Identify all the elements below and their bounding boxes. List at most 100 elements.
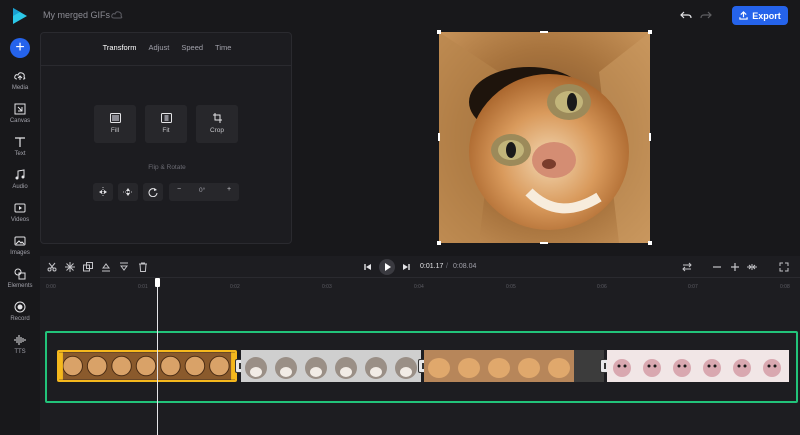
resize-handle[interactable] [540,31,548,33]
video-canvas[interactable] [439,32,650,243]
cloud-sync-icon [111,11,123,19]
tab-transform[interactable]: Transform [103,43,137,52]
freeze-icon[interactable] [65,262,75,272]
sidebar-item-text[interactable]: Text [0,136,40,166]
sidebar-item-label: Images [10,250,30,256]
ruler-label: 0:02 [230,284,240,290]
fit-timeline-icon[interactable] [747,262,757,272]
add-media-button[interactable]: + [10,38,30,58]
sidebar-item-audio[interactable]: Audio [0,169,40,199]
cat-faces-clip[interactable] [241,350,421,382]
sidebar-item-label: Elements [7,283,33,289]
timeline: 0:01.17 / 0:08.04 0:00 0:01 0:02 0:03 0:… [40,256,800,435]
clip-thumbnails [607,350,789,382]
resize-handle[interactable] [438,133,440,141]
ruler-label: 0:00 [46,284,56,290]
zoom-in-icon[interactable] [730,262,740,272]
play-icon [385,263,391,271]
redo-icon[interactable] [700,9,712,21]
resize-handle[interactable] [648,241,652,245]
flip-horizontal-icon [99,187,107,197]
ruler-label: 0:07 [688,284,698,290]
crop-button[interactable]: Crop [196,105,238,143]
preview-area [292,30,800,256]
undo-icon[interactable] [680,9,692,21]
scissors-icon[interactable] [47,262,57,272]
shapes-icon [14,268,26,280]
ruler-label: 0:08 [780,284,790,290]
rotation-decrease-button[interactable]: − [177,186,181,193]
fullscreen-icon[interactable] [779,262,789,272]
crop-label: Crop [209,127,225,134]
resize-handle[interactable] [540,242,548,244]
sidebar-item-label: TTS [14,349,26,355]
skip-forward-icon[interactable] [401,262,411,272]
top-bar: My merged GIFs Export [0,0,800,32]
rotate-button[interactable] [143,183,163,201]
ruler-label: 0:04 [414,284,424,290]
playhead-handle[interactable] [155,278,160,287]
play-button[interactable] [379,259,395,275]
tab-time[interactable]: Time [215,43,231,52]
app-logo-icon[interactable] [10,6,30,26]
duplicate-icon[interactable] [83,262,93,272]
panel-divider [41,65,291,66]
playhead-line[interactable] [157,278,158,435]
video-editor-app: My merged GIFs Export + Media Canvas Tex… [0,0,800,435]
hamster-clip[interactable] [607,350,789,382]
upload-icon [739,11,748,20]
tab-speed[interactable]: Speed [181,43,203,52]
resize-handle[interactable] [437,241,441,245]
resize-handle[interactable] [437,30,441,34]
sidebar-item-canvas[interactable]: Canvas [0,103,40,133]
sidebar-item-record[interactable]: Record [0,301,40,331]
ruler-label: 0:05 [506,284,516,290]
sidebar-item-tts[interactable]: TTS [0,334,40,364]
flip-vertical-icon [123,188,133,196]
ruler-label: 0:01 [138,284,148,290]
sidebar-item-label: Media [11,85,29,91]
export-button[interactable]: Export [732,6,788,25]
cat-in-box-clip[interactable] [57,350,237,382]
clip-thumbnails [241,350,421,382]
fill-label: Fill [110,127,120,134]
export-label: Export [752,10,781,21]
flip-vertical-button[interactable] [118,183,138,201]
sidebar-item-label: Record [10,316,30,322]
tab-adjust[interactable]: Adjust [148,43,169,52]
rotation-increase-button[interactable]: + [227,186,231,193]
ruler-label: 0:03 [322,284,332,290]
total-time: 0:08.04 [453,263,477,270]
split-view-icon[interactable] [682,262,692,272]
canvas-icon [14,103,26,115]
sidebar-item-label: Audio [12,184,28,190]
clip-thumbnails [424,350,604,382]
trash-icon[interactable] [138,262,148,272]
project-title[interactable]: My merged GIFs [43,10,110,20]
resize-handle[interactable] [648,30,652,34]
text-icon [15,137,25,147]
sidebar-item-media[interactable]: Media [0,70,40,100]
move-up-icon[interactable] [101,262,111,272]
image-icon [14,236,26,246]
fill-button[interactable]: Fill [94,105,136,143]
sidebar-item-elements[interactable]: Elements [0,268,40,298]
upload-cloud-icon [14,72,26,80]
flip-horizontal-button[interactable] [93,183,113,201]
sidebar-item-label: Text [14,151,26,157]
rotation-value-input[interactable]: 0° [199,187,205,194]
zoom-out-icon[interactable] [712,262,722,272]
orange-cats-clip[interactable] [424,350,604,382]
time-ruler[interactable]: 0:00 0:01 0:02 0:03 0:04 0:05 0:06 0:07 … [40,278,800,294]
sidebar-item-images[interactable]: Images [0,235,40,265]
sidebar-item-videos[interactable]: Videos [0,202,40,232]
skip-back-icon[interactable] [363,262,373,272]
flip-rotate-label: Flip & Rotate [148,164,186,171]
resize-handle[interactable] [649,133,651,141]
rotation-stepper: − 0° + [169,183,239,201]
move-down-icon[interactable] [119,262,129,272]
left-sidebar: + Media Canvas Text Audio Videos Images … [0,32,40,435]
panel-tabs: Transform Adjust Speed Time [41,43,293,52]
fit-button[interactable]: Fit [145,105,187,143]
fit-label: Fit [162,127,170,134]
